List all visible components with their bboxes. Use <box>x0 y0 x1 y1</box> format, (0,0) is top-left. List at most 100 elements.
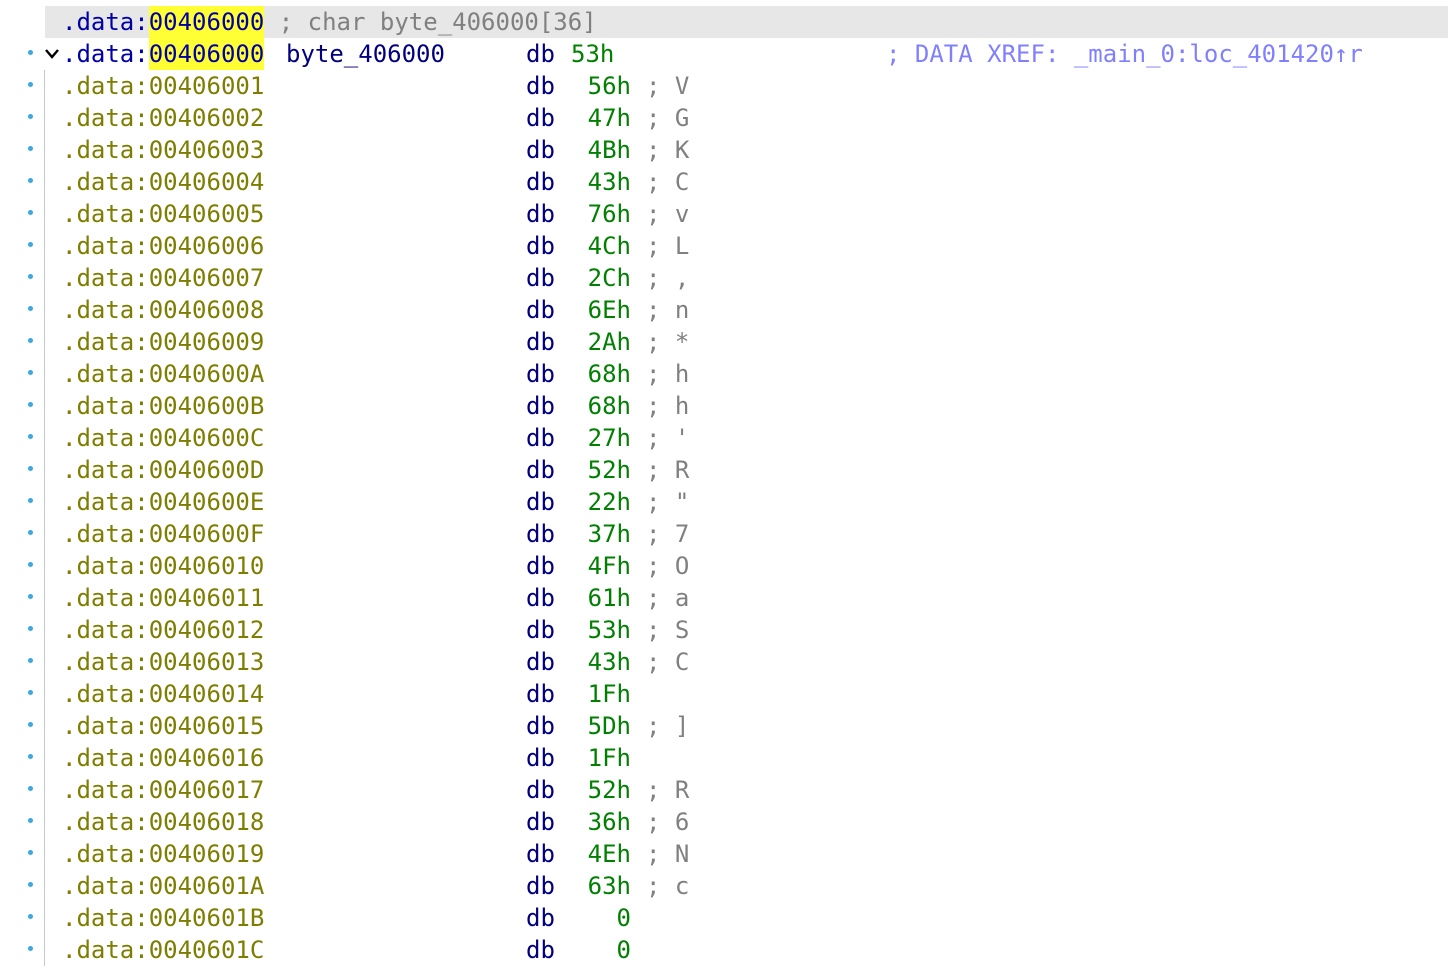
operand-value: 52h <box>587 456 631 484</box>
address-cell[interactable]: .data:00406005 <box>62 198 264 230</box>
operand-value: 53h <box>571 40 615 68</box>
address-cell[interactable]: .data:0040600E <box>62 486 264 518</box>
listing-row[interactable]: .data:00406017 db 52h ; R <box>0 774 1448 806</box>
listing-row[interactable]: .data:00406005 db 76h ; v <box>0 198 1448 230</box>
address-cell[interactable]: .data:00406018 <box>62 806 264 838</box>
segment-name: .data: <box>62 8 149 36</box>
address-cell[interactable]: .data:00406001 <box>62 70 264 102</box>
operand-value: 2Ah <box>587 328 631 356</box>
disassembly-listing[interactable]: .data:00406000 ; char byte_406000[36] .d… <box>0 6 1448 966</box>
char-comment: ; v <box>646 200 690 228</box>
listing-row[interactable]: .data:00406004 db 43h ; C <box>0 166 1448 198</box>
listing-row[interactable]: .data:0040601B db 0 <box>0 902 1448 934</box>
mnemonic: db <box>526 680 555 708</box>
listing-row[interactable]: .data:00406006 db 4Ch ; L <box>0 230 1448 262</box>
address-cell[interactable]: .data:00406000 <box>62 38 265 70</box>
address-cell[interactable]: .data:00406008 <box>62 294 264 326</box>
gutter-line <box>44 70 45 102</box>
gutter-line <box>44 518 45 550</box>
bullet-dot-icon <box>28 946 33 951</box>
listing-row[interactable]: .data:00406016 db 1Fh <box>0 742 1448 774</box>
listing-row[interactable]: .data:00406011 db 61h ; a <box>0 582 1448 614</box>
address-cell[interactable]: .data:00406015 <box>62 710 264 742</box>
address-cell[interactable]: .data:00406019 <box>62 838 264 870</box>
bullet-dot-icon <box>28 498 33 503</box>
listing-row[interactable]: .data:00406007 db 2Ch ; , <box>0 262 1448 294</box>
listing-row[interactable]: .data:00406013 db 43h ; C <box>0 646 1448 678</box>
bullet-dot-icon <box>28 370 33 375</box>
listing-row[interactable]: .data:00406014 db 1Fh <box>0 678 1448 710</box>
address-cell[interactable]: .data:0040600B <box>62 390 264 422</box>
address-cell[interactable]: .data:00406000 ; char byte_406000[36] <box>62 6 597 38</box>
operand-value: 1Fh <box>587 744 631 772</box>
mnemonic: db <box>526 936 555 964</box>
chevron-down-icon[interactable] <box>43 38 63 70</box>
address-cell[interactable]: .data:0040600F <box>62 518 264 550</box>
address-cell[interactable]: .data:00406002 <box>62 102 264 134</box>
listing-row[interactable]: .data:00406015 db 5Dh ; ] <box>0 710 1448 742</box>
highlighted-address[interactable]: 00406000 <box>148 6 265 38</box>
mnemonic: db <box>526 712 555 740</box>
listing-row[interactable]: .data:0040600E db 22h ; " <box>0 486 1448 518</box>
char-comment: ; h <box>646 392 690 420</box>
listing-row[interactable]: .data:00406002 db 47h ; G <box>0 102 1448 134</box>
char-comment: ; L <box>646 232 690 260</box>
address-cell[interactable]: .data:00406017 <box>62 774 264 806</box>
symbol-name[interactable]: byte_406000 <box>286 38 445 70</box>
char-comment: ; h <box>646 360 690 388</box>
listing-row[interactable]: .data:00406009 db 2Ah ; * <box>0 326 1448 358</box>
address-cell[interactable]: .data:00406009 <box>62 326 264 358</box>
listing-row[interactable]: .data:0040601A db 63h ; c <box>0 870 1448 902</box>
bullet-dot-icon <box>28 626 33 631</box>
operand-value: 4Fh <box>587 552 631 580</box>
operand-value: 68h <box>587 360 631 388</box>
listing-row[interactable]: .data:0040600C db 27h ; ' <box>0 422 1448 454</box>
listing-row[interactable]: .data:00406003 db 4Bh ; K <box>0 134 1448 166</box>
listing-row[interactable]: .data:00406018 db 36h ; 6 <box>0 806 1448 838</box>
xref-comment[interactable]: ; DATA XREF: _main_0:loc_401420↑r <box>886 38 1363 70</box>
address-cell[interactable]: .data:00406014 <box>62 678 264 710</box>
segment-name: .data: <box>62 40 149 68</box>
address-cell[interactable]: .data:00406006 <box>62 230 264 262</box>
listing-row[interactable]: .data:0040600B db 68h ; h <box>0 390 1448 422</box>
listing-row-header[interactable]: .data:00406000 ; char byte_406000[36] <box>45 6 1448 38</box>
address-cell[interactable]: .data:00406013 <box>62 646 264 678</box>
address-cell[interactable]: .data:0040601C <box>62 934 264 966</box>
listing-row[interactable]: .data:00406008 db 6Eh ; n <box>0 294 1448 326</box>
address-cell[interactable]: .data:00406007 <box>62 262 264 294</box>
bullet-dot-icon <box>28 402 33 407</box>
listing-row[interactable]: .data:00406012 db 53h ; S <box>0 614 1448 646</box>
array-declaration-comment: ; char byte_406000[36] <box>278 8 597 36</box>
bullet-dot-icon <box>28 466 33 471</box>
gutter-line <box>44 710 45 742</box>
address-cell[interactable]: .data:0040601B <box>62 902 264 934</box>
operand-value: 2Ch <box>587 264 631 292</box>
operand-value: 0 <box>616 936 631 964</box>
address-cell[interactable]: .data:0040600D <box>62 454 264 486</box>
address-cell[interactable]: .data:00406004 <box>62 166 264 198</box>
address-cell[interactable]: .data:0040600A <box>62 358 264 390</box>
address-cell[interactable]: .data:00406010 <box>62 550 264 582</box>
address-cell[interactable]: .data:00406011 <box>62 582 264 614</box>
bullet-dot-icon <box>28 754 33 759</box>
listing-row[interactable]: .data:0040601C db 0 <box>0 934 1448 966</box>
listing-row-label[interactable]: .data:00406000 byte_406000 db 53h ; DATA… <box>0 38 1448 70</box>
char-comment: ; R <box>646 456 690 484</box>
address-cell[interactable]: .data:0040601A <box>62 870 264 902</box>
address-cell[interactable]: .data:0040600C <box>62 422 264 454</box>
operand-value: 6Eh <box>587 296 631 324</box>
mnemonic: db <box>526 808 555 836</box>
char-comment: ; C <box>646 168 690 196</box>
listing-row[interactable]: .data:00406001 db 56h ; V <box>0 70 1448 102</box>
gutter-line <box>44 614 45 646</box>
address-cell[interactable]: .data:00406012 <box>62 614 264 646</box>
listing-row[interactable]: .data:0040600F db 37h ; 7 <box>0 518 1448 550</box>
address-cell[interactable]: .data:00406003 <box>62 134 264 166</box>
char-comment: ; V <box>646 72 690 100</box>
address-cell[interactable]: .data:00406016 <box>62 742 264 774</box>
listing-row[interactable]: .data:00406010 db 4Fh ; O <box>0 550 1448 582</box>
listing-row[interactable]: .data:0040600A db 68h ; h <box>0 358 1448 390</box>
listing-row[interactable]: .data:0040600D db 52h ; R <box>0 454 1448 486</box>
listing-row[interactable]: .data:00406019 db 4Eh ; N <box>0 838 1448 870</box>
highlighted-address[interactable]: 00406000 <box>148 38 265 70</box>
